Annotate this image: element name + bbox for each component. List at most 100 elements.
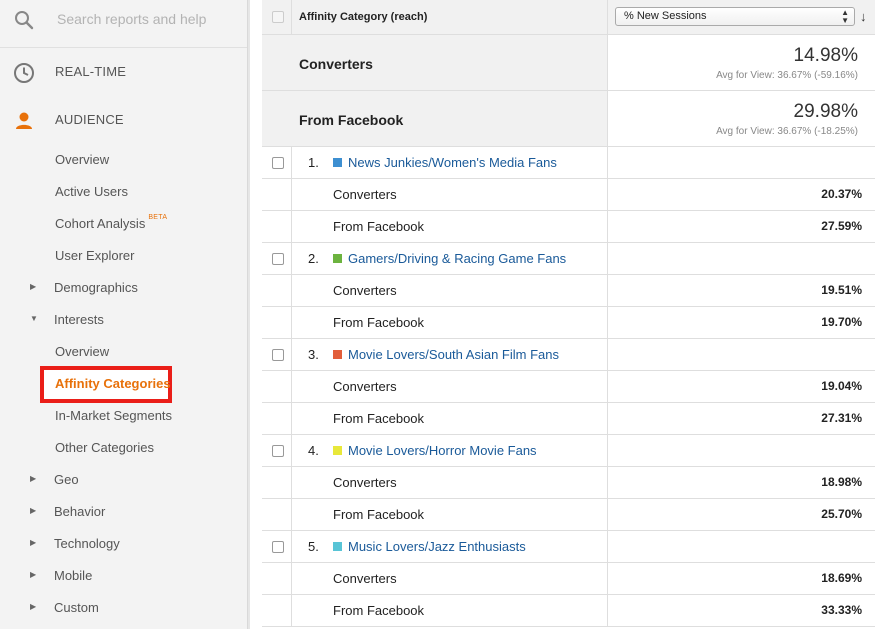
sidebar-item-active-users[interactable]: Active Users (0, 176, 247, 208)
category-link[interactable]: Music Lovers/Jazz Enthusiasts (348, 539, 526, 554)
subrow-segment: From Facebook (333, 315, 425, 330)
table-subrow: From Facebook 25.70% (262, 499, 875, 531)
row-checkbox[interactable] (272, 541, 284, 553)
sidebar-item-label: Affinity Categories (55, 376, 171, 391)
sidebar-item-overview[interactable]: Overview (0, 144, 247, 176)
sidebar-item-mobile[interactable]: ▶ Mobile (0, 560, 247, 592)
caret-right-icon: ▶ (30, 602, 37, 611)
nav-realtime[interactable]: REAL-TIME (0, 50, 247, 94)
sidebar-item-interests-overview[interactable]: Overview (0, 336, 247, 368)
sidebar-item-label: Custom (54, 600, 99, 615)
table-subrow: Converters 19.04% (262, 371, 875, 403)
search-bar (0, 0, 247, 48)
metric-select-value: % New Sessions (624, 10, 707, 22)
sidebar-item-affinity-categories[interactable]: Affinity Categories (0, 368, 247, 400)
subrow-segment: From Facebook (333, 219, 425, 234)
segment-total: 14.98% (793, 45, 858, 66)
subrow-segment: Converters (333, 571, 397, 586)
row-index: 1. (308, 155, 319, 170)
caret-right-icon: ▶ (30, 570, 37, 579)
subrow-value: 20.37% (821, 187, 862, 201)
value-cell (607, 531, 875, 562)
dimension-header[interactable]: Affinity Category (reach) (299, 11, 427, 23)
beta-badge: BETA (148, 214, 168, 221)
empty-cell (262, 595, 292, 626)
segment-value-cell: 14.98% Avg for View: 36.67% (-59.16%) (607, 35, 875, 90)
select-all-checkbox[interactable] (272, 11, 284, 23)
row-checkbox[interactable] (272, 445, 284, 457)
category-link[interactable]: Movie Lovers/South Asian Film Fans (348, 347, 559, 362)
sidebar-item-label: Demographics (54, 280, 138, 295)
row-checkbox[interactable] (272, 349, 284, 361)
subrow-value: 27.59% (821, 219, 862, 233)
subrow-segment: From Facebook (333, 411, 425, 426)
caret-right-icon: ▶ (30, 506, 37, 515)
caret-down-icon: ▼ (30, 314, 38, 323)
subrow-segment: Converters (333, 475, 397, 490)
color-swatch (333, 542, 342, 551)
category-link[interactable]: Gamers/Driving & Racing Game Fans (348, 251, 566, 266)
checkbox-cell (262, 147, 292, 178)
subrow-segment: From Facebook (333, 507, 425, 522)
sort-descending-icon[interactable]: ↓ (860, 9, 867, 24)
subrow-value: 18.98% (821, 475, 862, 489)
sidebar-item-custom[interactable]: ▶ Custom (0, 592, 247, 624)
select-arrows-icon: ▲ ▼ (841, 8, 849, 25)
row-index: 3. (308, 347, 319, 362)
sidebar-item-cohort-analysis[interactable]: Cohort Analysis BETA (0, 208, 247, 240)
empty-cell (262, 35, 292, 90)
sidebar-item-demographics[interactable]: ▶ Demographics (0, 272, 247, 304)
subrow-segment: From Facebook (333, 603, 425, 618)
metric-select[interactable]: % New Sessions ▲ ▼ (615, 7, 855, 26)
value-cell: 19.70% (607, 307, 875, 338)
table-row: 1. News Junkies/Women's Media Fans (262, 147, 875, 179)
nav-audience[interactable]: AUDIENCE (0, 98, 247, 142)
table-row: 2. Gamers/Driving & Racing Game Fans (262, 243, 875, 275)
sidebar-item-technology[interactable]: ▶ Technology (0, 528, 247, 560)
table-subrow: From Facebook 19.70% (262, 307, 875, 339)
value-cell: 18.98% (607, 467, 875, 498)
sidebar-item-label: Overview (55, 152, 110, 167)
row-checkbox[interactable] (272, 157, 284, 169)
search-input[interactable] (57, 11, 237, 27)
sidebar-item-user-explorer[interactable]: User Explorer (0, 240, 247, 272)
sidebar-item-label: Overview (55, 344, 110, 359)
value-cell (607, 147, 875, 178)
subrow-value: 19.51% (821, 283, 862, 297)
value-cell (607, 339, 875, 370)
sidebar-item-label: User Explorer (55, 248, 135, 263)
checkbox-cell (262, 339, 292, 370)
sidebar-item-other-categories[interactable]: Other Categories (0, 432, 247, 464)
sidebar-item-label: Geo (54, 472, 79, 487)
sidebar-item-label: Active Users (55, 184, 128, 199)
segment-total: 29.98% (793, 101, 858, 122)
sidebar-item-label: Cohort Analysis (55, 216, 146, 231)
search-icon[interactable] (14, 10, 34, 30)
color-swatch (333, 254, 342, 263)
category-link[interactable]: Movie Lovers/Horror Movie Fans (348, 443, 537, 458)
person-icon (16, 112, 32, 129)
segment-value-cell: 29.98% Avg for View: 36.67% (-18.25%) (607, 91, 875, 146)
table-subrow: Converters 18.69% (262, 563, 875, 595)
sidebar-item-behavior[interactable]: ▶ Behavior (0, 496, 247, 528)
category-link[interactable]: News Junkies/Women's Media Fans (348, 155, 557, 170)
subrow-value: 25.70% (821, 507, 862, 521)
sidebar-item-geo[interactable]: ▶ Geo (0, 464, 247, 496)
value-cell (607, 243, 875, 274)
value-cell: 27.31% (607, 403, 875, 434)
sidebar-item-interests[interactable]: ▼ Interests (0, 304, 247, 336)
subrow-value: 19.04% (821, 379, 862, 393)
row-checkbox[interactable] (272, 253, 284, 265)
sidebar: REAL-TIME AUDIENCE Overview Active Users… (0, 0, 250, 629)
color-swatch (333, 158, 342, 167)
metric-header-cell: % New Sessions ▲ ▼ ↓ (607, 0, 875, 34)
segment-name: From Facebook (299, 112, 404, 128)
sidebar-item-label-wrap: Cohort Analysis BETA (55, 214, 168, 231)
empty-cell (262, 91, 292, 146)
row-index: 2. (308, 251, 319, 266)
sidebar-item-label: Behavior (54, 504, 106, 519)
sidebar-item-label: Other Categories (55, 440, 154, 455)
sidebar-item-in-market-segments[interactable]: In-Market Segments (0, 400, 247, 432)
report-table: Affinity Category (reach) % New Sessions… (262, 0, 875, 629)
row-index: 4. (308, 443, 319, 458)
